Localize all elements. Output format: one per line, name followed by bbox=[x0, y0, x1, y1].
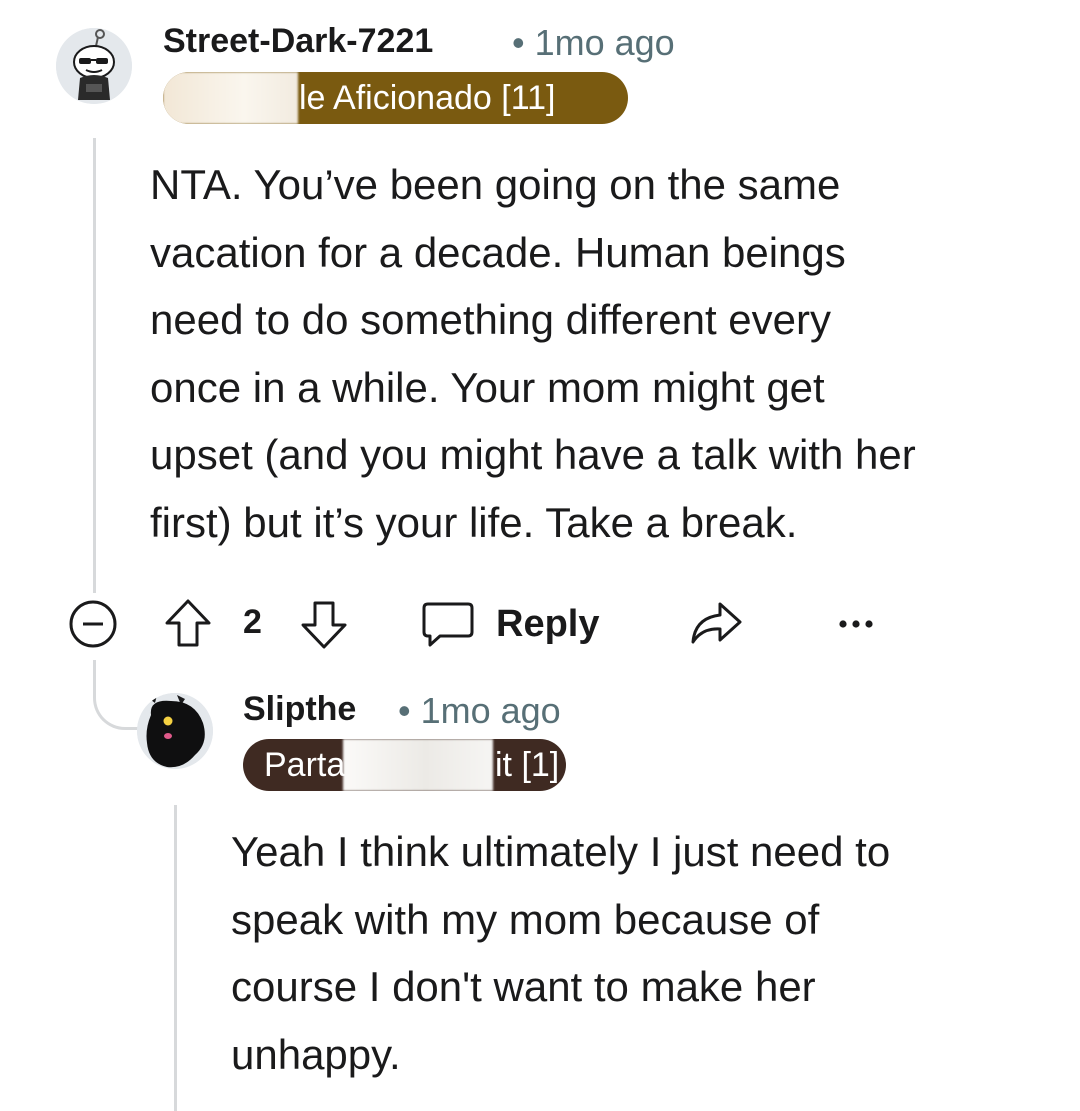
flair-text-start: Parta bbox=[264, 746, 346, 784]
comment-timestamp: • 1mo ago bbox=[512, 22, 675, 63]
snoo-sunglasses-avatar-icon bbox=[56, 28, 132, 104]
speech-bubble-icon bbox=[422, 602, 474, 647]
reply-body: Yeah I think ultimately I just need to s… bbox=[231, 818, 1011, 1088]
reply-timestamp: • 1mo ago bbox=[398, 690, 561, 731]
comment-body: NTA. You’ve been going on the same vacat… bbox=[150, 151, 1040, 556]
comment-text-line: once in a while. Your mom might get bbox=[150, 363, 825, 411]
flair-text-end: it [1] bbox=[495, 746, 560, 784]
downvote-button[interactable] bbox=[296, 596, 352, 652]
reply-label: Reply bbox=[496, 602, 600, 645]
reply-text-line: course I don't want to make her bbox=[231, 963, 816, 1010]
avatar[interactable] bbox=[56, 28, 132, 104]
upvote-button[interactable] bbox=[160, 596, 216, 652]
comment-text-line: vacation for a decade. Human beings bbox=[150, 228, 846, 276]
comment-text-line: upset (and you might have a talk with he… bbox=[150, 431, 916, 478]
share-arrow-icon bbox=[691, 602, 742, 644]
reply-button[interactable]: Reply bbox=[420, 596, 599, 652]
comment-text-line: NTA. You’ve been going on the same bbox=[150, 161, 841, 208]
reply-author[interactable]: Slipthe bbox=[243, 690, 356, 729]
arrow-down-icon bbox=[301, 601, 347, 649]
collapse-thread-button[interactable] bbox=[67, 598, 119, 650]
redacted-blur bbox=[163, 72, 298, 124]
minus-circle-icon bbox=[69, 600, 117, 648]
avatar[interactable] bbox=[137, 693, 213, 769]
share-button[interactable] bbox=[688, 598, 744, 650]
ellipsis-icon bbox=[839, 620, 873, 628]
more-options-button[interactable] bbox=[836, 598, 876, 650]
user-flair: le Aficionado [11] bbox=[163, 72, 628, 124]
comment-author[interactable]: Street-Dark-7221 bbox=[163, 22, 433, 61]
comment-text-line: need to do something different every bbox=[150, 296, 832, 343]
snoo-dark-avatar-icon bbox=[137, 693, 213, 769]
reply-thread-line[interactable] bbox=[174, 805, 177, 1111]
comment-text-line: first) but it’s your life. Take a break. bbox=[150, 498, 798, 546]
reply-text-line: Yeah I think ultimately I just need to bbox=[231, 828, 891, 875]
arrow-up-icon bbox=[165, 599, 211, 647]
vote-count: 2 bbox=[243, 603, 262, 641]
reply-text-line: unhappy. bbox=[231, 1030, 401, 1078]
user-flair: Parta it [1] bbox=[243, 739, 566, 791]
redacted-blur bbox=[343, 739, 493, 791]
thread-connector bbox=[93, 660, 143, 730]
flair-text: le Aficionado [11] bbox=[299, 79, 556, 117]
reply-text-line: speak with my mom because of bbox=[231, 895, 820, 943]
thread-line[interactable] bbox=[93, 138, 96, 593]
